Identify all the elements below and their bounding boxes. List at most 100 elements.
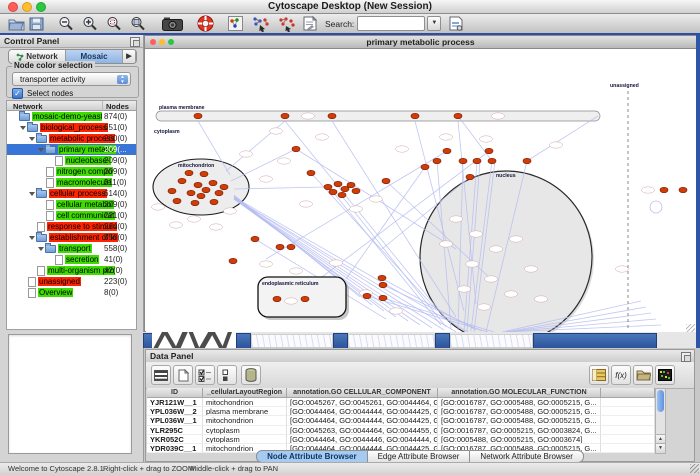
- tree-row[interactable]: multi-organism pro42(0): [7, 265, 136, 276]
- graph-node[interactable]: [191, 200, 199, 205]
- graph-node[interactable]: [178, 178, 186, 183]
- import-folder-icon[interactable]: [633, 365, 653, 385]
- graph-node[interactable]: [229, 258, 237, 263]
- zoom-whole-network-icon[interactable]: [130, 14, 146, 33]
- table-cell[interactable]: [GO:0016787, GO:0005215, GO:0003824, G..…: [438, 426, 601, 435]
- float-panel-icon[interactable]: [681, 352, 691, 362]
- tree-row[interactable]: secretion41(0): [7, 254, 136, 265]
- select-nodes-checkbox[interactable]: ✓: [12, 88, 23, 99]
- search-input[interactable]: [357, 16, 425, 31]
- graph-node[interactable]: [379, 282, 387, 287]
- delete-attribute-icon[interactable]: [241, 365, 261, 385]
- network-window-resize-grip[interactable]: [686, 324, 695, 332]
- disclosure-triangle-icon[interactable]: [29, 236, 35, 240]
- table-column-header[interactable]: _cellularLayoutRegion: [203, 388, 287, 398]
- minimized-window-chip[interactable]: [236, 333, 251, 348]
- formula-builder-icon[interactable]: f(x): [611, 365, 631, 385]
- table-cell[interactable]: [GO:0044464, GO:0044444, GO:0044425, G..…: [287, 407, 438, 416]
- table-cell[interactable]: [601, 407, 655, 416]
- table-column-header[interactable]: annotation.GO CELLULAR_COMPONENT: [287, 388, 438, 398]
- disclosure-triangle-icon[interactable]: [38, 148, 44, 152]
- graph-node[interactable]: [382, 178, 390, 183]
- select-attributes-icon[interactable]: [195, 365, 215, 385]
- background-network-thumbnail[interactable]: [251, 334, 333, 348]
- disclosure-triangle-icon[interactable]: [29, 137, 35, 141]
- graph-node[interactable]: [194, 113, 202, 118]
- zoom-selected-region-icon[interactable]: [106, 14, 122, 33]
- table-row[interactable]: YLR295Ccytoplasm[GO:0045263, GO:0044464,…: [147, 426, 655, 435]
- graph-node[interactable]: [329, 189, 337, 194]
- graph-node[interactable]: [215, 190, 223, 195]
- table-cell[interactable]: YKR052C: [147, 435, 203, 444]
- network-canvas[interactable]: plasma membranecytoplasmmitochondrionnuc…: [146, 49, 696, 332]
- table-row[interactable]: YKR052Ccytoplasm[GO:0044464, GO:0044446,…: [147, 435, 655, 444]
- birdseye-navigator[interactable]: [8, 334, 132, 454]
- table-cell[interactable]: [601, 398, 655, 407]
- tree-row[interactable]: biological_process651(0): [7, 122, 136, 133]
- disclosure-triangle-icon[interactable]: [38, 247, 44, 251]
- graph-node[interactable]: [433, 158, 441, 163]
- open-icon[interactable]: [8, 14, 25, 33]
- birdseye-view-icon[interactable]: [228, 14, 243, 33]
- table-cell[interactable]: [601, 416, 655, 425]
- network-window-titlebar[interactable]: primary metabolic process: [145, 36, 696, 49]
- tree-row[interactable]: cellular process614(0): [7, 188, 136, 199]
- tree-row[interactable]: nitrogen compo209(0): [7, 166, 136, 177]
- select-node-attributes-icon[interactable]: [217, 365, 237, 385]
- graph-node[interactable]: [488, 158, 496, 163]
- graph-node[interactable]: [334, 181, 342, 186]
- graph-node[interactable]: [200, 171, 208, 176]
- table-cell[interactable]: [GO:0045267, GO:0045261, GO:0044464, G..…: [287, 398, 438, 407]
- table-scrollbar[interactable]: ▲ ▼: [655, 388, 666, 454]
- graph-node[interactable]: [187, 190, 195, 195]
- table-column-header[interactable]: [601, 388, 655, 398]
- table-cell[interactable]: [GO:0016787, GO:0005488, GO:0005215, G..…: [438, 398, 601, 407]
- tree-row[interactable]: Overview8(0): [7, 287, 136, 298]
- table-column-header[interactable]: annotation.GO MOLECULAR_FUNCTION: [438, 388, 601, 398]
- table-cell[interactable]: [601, 426, 655, 435]
- background-window-titlebar[interactable]: [533, 333, 657, 348]
- table-row[interactable]: YJR121W__1mitochondrion[GO:0045267, GO:0…: [147, 398, 655, 407]
- graph-node[interactable]: [324, 184, 332, 189]
- table-cell[interactable]: cytoplasm: [203, 435, 287, 444]
- graph-node[interactable]: [185, 170, 193, 175]
- graph-node[interactable]: [251, 236, 259, 241]
- tree-row[interactable]: nucleobase-209(0): [7, 155, 136, 166]
- graph-node[interactable]: [301, 296, 309, 301]
- snapshot-camera-icon[interactable]: [162, 14, 183, 33]
- graph-node[interactable]: [679, 187, 687, 192]
- graph-node[interactable]: [209, 180, 217, 185]
- table-cell[interactable]: YLR295C: [147, 426, 203, 435]
- table-row[interactable]: YPL036W__1mitochondrion[GO:0044464, GO:0…: [147, 416, 655, 425]
- graph-node[interactable]: [273, 296, 281, 301]
- table-cell[interactable]: [GO:0045263, GO:0044464, GO:0044455, G..…: [287, 426, 438, 435]
- graph-node[interactable]: [363, 293, 371, 298]
- help-lifering-icon[interactable]: [197, 14, 214, 33]
- graph-node[interactable]: [473, 158, 481, 163]
- tree-row[interactable]: cell communicat221(0): [7, 210, 136, 221]
- table-cell[interactable]: YPL036W__1: [147, 416, 203, 425]
- create-network-view-icon[interactable]: [251, 14, 269, 33]
- annotation-icon[interactable]: [303, 14, 317, 33]
- graph-node[interactable]: [454, 113, 462, 118]
- tabs-overflow-arrow-icon[interactable]: ▶: [123, 50, 136, 63]
- tree-row[interactable]: establishment of lo558(0): [7, 232, 136, 243]
- new-attribute-icon[interactable]: [173, 365, 193, 385]
- tree-row[interactable]: mosaic-demo-yeast874(0): [7, 111, 136, 122]
- tree-row[interactable]: cellular metabol209(0): [7, 199, 136, 210]
- disclosure-triangle-icon[interactable]: [29, 192, 35, 196]
- graph-node[interactable]: [378, 275, 386, 280]
- float-panel-icon[interactable]: [130, 37, 140, 47]
- graph-node[interactable]: [173, 198, 181, 203]
- graph-node[interactable]: [459, 158, 467, 163]
- graph-node[interactable]: [210, 199, 218, 204]
- graph-node[interactable]: [281, 113, 289, 118]
- background-network-thumbnail[interactable]: [450, 334, 533, 348]
- background-network-thumbnail[interactable]: [348, 334, 435, 348]
- graph-node[interactable]: [202, 187, 210, 192]
- table-cell[interactable]: [GO:0005488, GO:0005215, GO:0003674]: [438, 435, 601, 444]
- graph-node[interactable]: [352, 188, 360, 193]
- graph-node[interactable]: [338, 192, 346, 197]
- attribute-table[interactable]: YJR121W__1mitochondrion[GO:0045267, GO:0…: [147, 398, 655, 453]
- graph-node[interactable]: [443, 148, 451, 153]
